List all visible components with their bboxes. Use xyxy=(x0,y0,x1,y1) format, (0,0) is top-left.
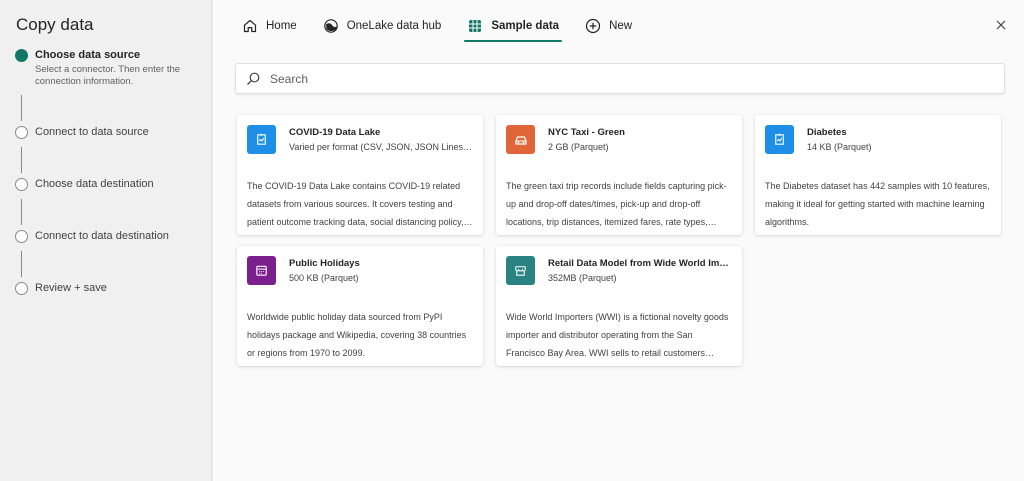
step-indicator xyxy=(15,126,28,139)
sample-data-icon xyxy=(467,18,483,34)
step-label: Choose data source xyxy=(35,49,141,61)
card-description: The Diabetes dataset has 442 samples wit… xyxy=(765,181,990,227)
search-input[interactable] xyxy=(270,71,970,86)
car-icon xyxy=(506,125,535,154)
step-review-save[interactable]: Review + save xyxy=(15,281,107,296)
card-title: Retail Data Model from Wide World Import… xyxy=(548,258,732,269)
step-connect-to-data-source[interactable]: Connect to data source xyxy=(15,125,149,140)
step-choose-data-source[interactable]: Choose data source Select a connector. T… xyxy=(15,48,185,88)
step-label: Connect to data destination xyxy=(35,230,169,242)
card-size: Varied per format (CSV, JSON, JSON Lines… xyxy=(289,142,473,152)
card-size: 352MB (Parquet) xyxy=(548,273,617,283)
onelake-icon xyxy=(323,18,339,34)
card-size: 500 KB (Parquet) xyxy=(289,273,359,283)
card-description: The green taxi trip records include fiel… xyxy=(506,181,727,227)
card-title: Public Holidays xyxy=(289,258,360,269)
step-description: Select a connector. Then enter the conne… xyxy=(35,64,181,87)
close-button[interactable] xyxy=(994,18,1008,32)
sample-card-covid-19-data-lake[interactable]: COVID-19 Data Lake Varied per format (CS… xyxy=(237,115,483,235)
main-panel: Home OneLake data hub Sample data New Se… xyxy=(213,0,1024,481)
step-label: Choose data destination xyxy=(35,178,154,190)
card-size: 2 GB (Parquet) xyxy=(548,142,609,152)
card-description: Worldwide public holiday data sourced fr… xyxy=(247,312,467,358)
tab-label: Home xyxy=(266,20,297,32)
step-indicator xyxy=(15,282,28,295)
card-size: 14 KB (Parquet) xyxy=(807,142,872,152)
sidebar: Copy data Choose data source Select a co… xyxy=(0,0,212,481)
step-connect-to-data-destination[interactable]: Connect to data destination xyxy=(15,229,169,244)
add-circle-icon xyxy=(585,18,601,34)
tab-label: Sample data xyxy=(491,20,560,32)
tab-sample-data[interactable]: Sample data xyxy=(464,12,562,42)
sample-card-retail-data-model[interactable]: Retail Data Model from Wide World Import… xyxy=(496,246,742,366)
dataset-icon xyxy=(247,125,276,154)
tab-new[interactable]: New xyxy=(582,12,635,40)
card-description: Wide World Importers (WWI) is a fictiona… xyxy=(506,312,729,358)
store-icon xyxy=(506,256,535,285)
search-icon xyxy=(245,71,261,87)
tab-label: OneLake data hub xyxy=(346,20,442,32)
step-choose-data-destination[interactable]: Choose data destination xyxy=(15,177,154,192)
sidebar-title: Copy data xyxy=(16,15,94,34)
close-icon xyxy=(996,20,1006,30)
step-label: Connect to data source xyxy=(35,126,149,138)
step-connector xyxy=(21,251,22,277)
step-connector xyxy=(21,95,22,121)
card-title: COVID-19 Data Lake xyxy=(289,127,381,138)
source-tabs: Home OneLake data hub Sample data New xyxy=(239,12,655,42)
tab-home[interactable]: Home xyxy=(239,12,300,40)
sample-card-public-holidays[interactable]: Public Holidays 500 KB (Parquet) Worldwi… xyxy=(237,246,483,366)
step-active-indicator xyxy=(15,49,28,62)
tab-label: New xyxy=(609,20,633,32)
search-box[interactable] xyxy=(235,63,1005,94)
step-connector xyxy=(21,199,22,225)
sample-card-diabetes[interactable]: Diabetes 14 KB (Parquet) The Diabetes da… xyxy=(755,115,1001,235)
step-indicator xyxy=(15,230,28,243)
step-connector xyxy=(21,147,22,173)
dataset-icon xyxy=(765,125,794,154)
card-description: The COVID-19 Data Lake contains COVID-19… xyxy=(247,181,464,227)
home-icon xyxy=(242,18,258,34)
card-title: Diabetes xyxy=(807,127,847,138)
tab-onelake-data-hub[interactable]: OneLake data hub xyxy=(320,12,445,40)
step-indicator xyxy=(15,178,28,191)
card-title: NYC Taxi - Green xyxy=(548,127,625,138)
step-label: Review + save xyxy=(35,282,107,294)
sample-card-nyc-taxi-green[interactable]: NYC Taxi - Green 2 GB (Parquet) The gree… xyxy=(496,115,742,235)
calendar-icon xyxy=(247,256,276,285)
